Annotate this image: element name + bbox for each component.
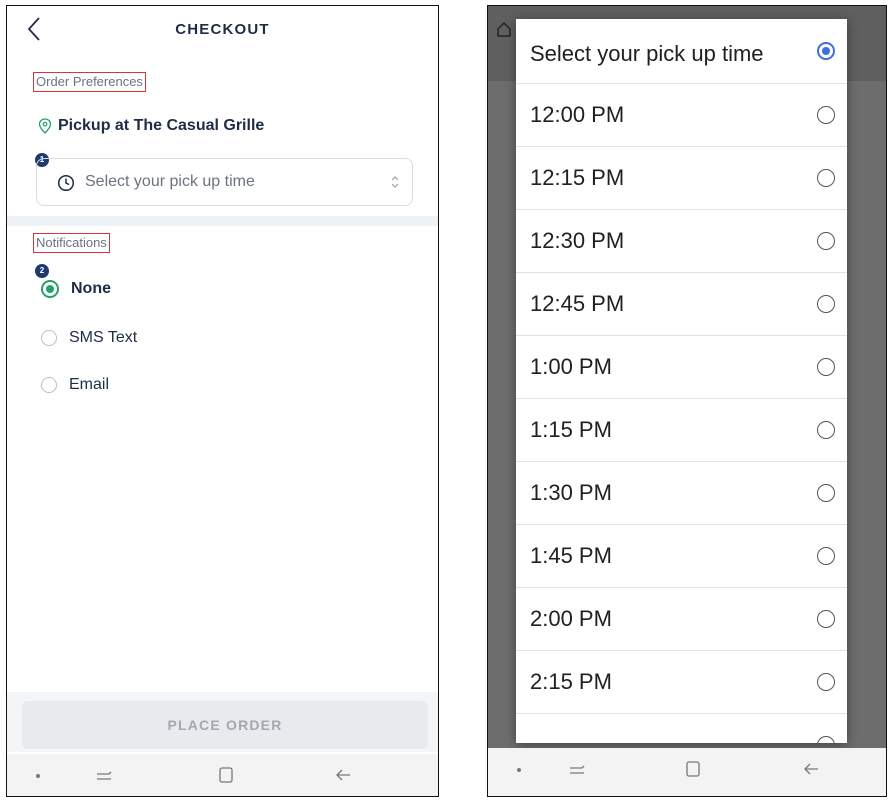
clock-icon [57, 174, 75, 192]
time-option-label: 12:45 PM [530, 291, 625, 316]
updown-chevron-icon [391, 176, 399, 188]
radio-icon[interactable] [817, 736, 835, 743]
notification-option-sms[interactable]: SMS Text [41, 329, 137, 347]
header: CHECKOUT [7, 6, 438, 52]
time-option[interactable]: 12:45 PM [516, 272, 847, 335]
home-square-icon[interactable] [684, 760, 702, 778]
radio-icon[interactable] [817, 295, 835, 313]
notification-option-label: SMS Text [69, 329, 138, 346]
time-option[interactable]: 12:00 PM [516, 83, 847, 146]
map-pin-icon [38, 118, 52, 134]
page-title: CHECKOUT [175, 21, 270, 38]
pickup-time-select[interactable]: Select your pick up time [36, 158, 413, 206]
time-option-label: 12:00 PM [530, 102, 625, 127]
notification-option-label: Email [69, 376, 110, 393]
radio-icon[interactable] [817, 421, 835, 439]
home-square-icon[interactable] [217, 766, 235, 784]
pickup-location: Pickup at The Casual Grille [38, 117, 264, 135]
time-option-label: 1:15 PM [530, 417, 612, 442]
time-option-partial[interactable] [516, 713, 847, 743]
radio-icon[interactable] [817, 169, 835, 187]
recent-apps-icon[interactable] [568, 760, 586, 778]
time-option[interactable]: 1:00 PM [516, 335, 847, 398]
radio-icon[interactable] [817, 547, 835, 565]
radio-icon[interactable] [817, 106, 835, 124]
back-arrow-icon[interactable] [802, 760, 820, 778]
notification-option-email[interactable]: Email [41, 376, 109, 394]
time-picker-screen: Select your pick up time 12:00 PM 12:15 … [487, 5, 887, 797]
place-order-button[interactable]: PLACE ORDER [22, 701, 428, 749]
time-option-label: 2:15 PM [530, 669, 612, 694]
pickup-time-dialog: Select your pick up time 12:00 PM 12:15 … [516, 19, 847, 743]
pickup-location-text: Pickup at The Casual Grille [58, 117, 265, 134]
radio-icon[interactable] [41, 280, 59, 298]
notifications-label: Notifications [33, 233, 110, 253]
time-option-label: 2:00 PM [530, 606, 612, 631]
time-option-label: 12:30 PM [530, 228, 625, 253]
radio-icon[interactable] [817, 610, 835, 628]
system-nav-bar [7, 754, 438, 796]
system-nav-bar [488, 748, 886, 796]
radio-icon[interactable] [41, 377, 57, 393]
time-option-label: 1:00 PM [530, 354, 612, 379]
time-option-label: 1:30 PM [530, 480, 612, 505]
recent-apps-icon[interactable] [95, 766, 113, 784]
time-option-label: 12:15 PM [530, 165, 625, 190]
radio-icon[interactable] [41, 330, 57, 346]
dialog-title: Select your pick up time [530, 41, 764, 66]
time-option[interactable]: 1:30 PM [516, 461, 847, 524]
time-option[interactable]: 1:45 PM [516, 524, 847, 587]
time-option-label: 1:45 PM [530, 543, 612, 568]
nav-dot-icon[interactable] [510, 760, 528, 778]
home-icon [497, 21, 511, 37]
time-option[interactable]: 12:15 PM [516, 146, 847, 209]
pickup-time-placeholder: Select your pick up time [85, 173, 255, 190]
time-option[interactable]: 1:15 PM [516, 398, 847, 461]
notification-option-label: None [71, 280, 111, 297]
radio-icon[interactable] [817, 358, 835, 376]
checkout-screen: CHECKOUT Order Preferences Pickup at The… [6, 5, 439, 797]
time-option[interactable]: 2:15 PM [516, 650, 847, 713]
radio-selected-icon[interactable] [817, 42, 835, 60]
dialog-title-row[interactable]: Select your pick up time [516, 19, 847, 82]
time-option[interactable]: 12:30 PM [516, 209, 847, 272]
time-option[interactable]: 2:00 PM [516, 587, 847, 650]
radio-icon[interactable] [817, 232, 835, 250]
step-badge-2: 2 [35, 264, 49, 278]
radio-icon[interactable] [817, 673, 835, 691]
notification-option-none[interactable]: None [41, 280, 111, 298]
radio-icon[interactable] [817, 484, 835, 502]
order-preferences-label: Order Preferences [33, 72, 146, 92]
back-arrow-icon[interactable] [334, 766, 352, 784]
nav-dot-icon[interactable] [29, 766, 47, 784]
section-divider [7, 216, 438, 226]
